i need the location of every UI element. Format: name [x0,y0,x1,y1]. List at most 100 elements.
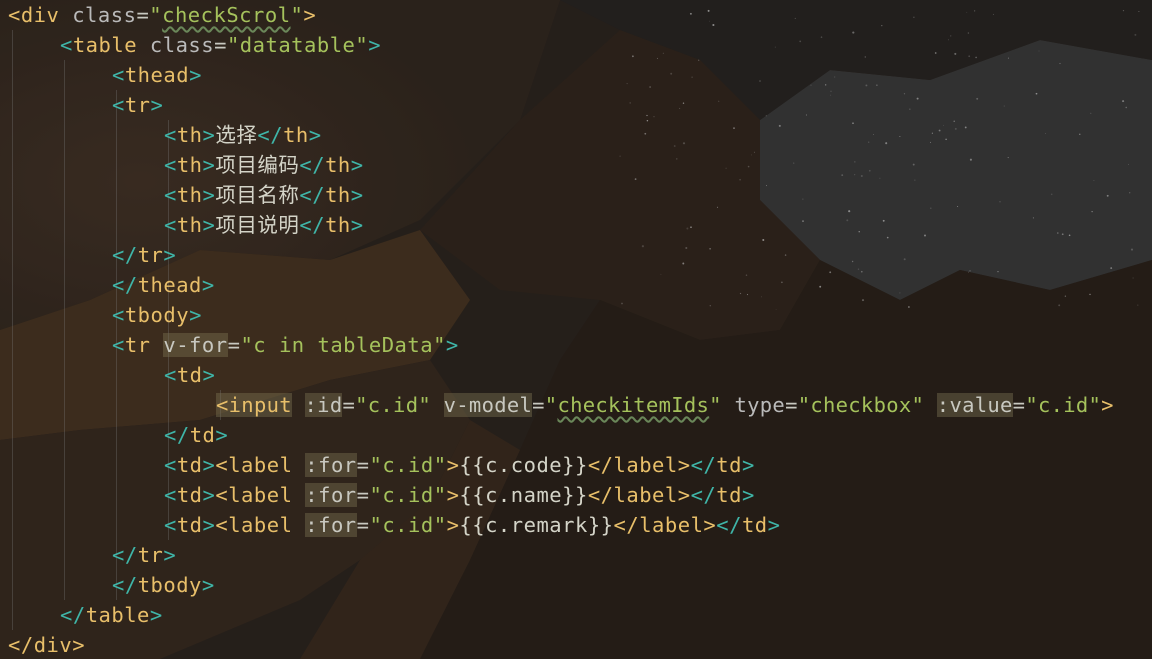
tag-name: label [228,483,293,507]
tag-name: th [325,213,351,237]
tag-bracket: > [201,573,215,597]
tag-bracket: </ [112,243,138,267]
code-line[interactable]: </tr> [112,240,176,270]
tag-bracket: > [741,483,755,507]
tag-bracket: > [202,483,216,507]
tag-bracket: > [741,453,755,477]
tag-name: label [639,513,704,537]
code-line[interactable]: <input :id="c.id" v-model="checkitemIds"… [216,390,1114,420]
attribute-name: class [72,3,137,27]
tag-bracket: > [150,93,164,117]
tag-name: td [176,363,203,387]
tag-bracket: > [1101,393,1114,417]
vue-binding: :for [305,483,357,507]
code-line[interactable]: <td><label :for="c.id">{{c.remark}}</lab… [164,510,780,540]
string-value: "checkbox" [797,393,925,417]
tag-bracket: > [202,363,216,387]
vue-directive: v-model [443,393,533,417]
tag-name: tbody [124,303,190,327]
tag-bracket: > [677,453,691,477]
code-line[interactable]: <tbody> [112,300,202,330]
vue-binding: :for [305,513,357,537]
code-line[interactable]: </thead> [112,270,215,300]
tag-bracket: </ [257,123,284,147]
tag-name: table [85,603,150,627]
equals-sign: = [785,393,798,417]
tag-bracket: > [163,543,177,567]
string-value: "c in tableData" [240,333,446,357]
code-line[interactable]: <td><label :for="c.id">{{c.code}}</label… [164,450,755,480]
code-line[interactable]: </tbody> [112,570,215,600]
code-line[interactable]: <table class="datatable"> [60,30,381,60]
tag-bracket: < [8,3,21,27]
tag-name: td [741,513,768,537]
string-quote: " [544,393,558,417]
tag-bracket: > [446,513,460,537]
code-editor[interactable]: <div class="checkScrol"> <table class="d… [0,0,1152,659]
tag-bracket: < [164,453,177,477]
equals-sign: = [214,33,227,57]
text-content: 项目名称 [215,183,300,207]
equals-sign: = [136,3,150,27]
tag-bracket: < [215,513,229,537]
text-content: 选择 [215,123,258,147]
tag-bracket: > [149,603,163,627]
tag-name: table [72,33,138,57]
tag-bracket: </ [164,423,190,447]
tag-bracket: > [303,3,317,27]
tag-name: th [325,153,351,177]
tag-bracket: </ [716,513,742,537]
code-line[interactable]: <th>项目编码</th> [164,150,364,180]
string-value: "c.id" [355,393,431,417]
code-line[interactable]: <tr v-for="c in tableData"> [112,330,459,360]
equals-sign: = [342,393,356,417]
tag-bracket: < [164,183,177,207]
tag-bracket: </ [112,573,138,597]
code-line[interactable]: <tr> [112,90,163,120]
tag-bracket: > [446,483,460,507]
vue-binding: :for [305,453,357,477]
code-line[interactable]: <thead> [112,60,202,90]
code-line[interactable]: <td> [164,360,215,390]
text-content: 项目编码 [215,153,300,177]
code-line[interactable]: </tr> [112,540,176,570]
tag-name: label [228,453,293,477]
attribute-name: class [149,33,215,57]
equals-sign: = [356,453,370,477]
tag-name: div [20,3,60,27]
tag-bracket: > [350,213,364,237]
vue-directive: v-for [163,333,228,357]
code-line[interactable]: <td><label :for="c.id">{{c.name}}</label… [164,480,755,510]
tag-bracket: < [164,213,177,237]
tag-name: td [176,483,203,507]
code-line[interactable]: </table> [60,600,163,630]
tag-bracket: > [308,123,322,147]
tag-name: thead [137,273,202,297]
tag-bracket: </ [613,513,640,537]
tag-name: label [613,453,678,477]
code-line[interactable]: <th>选择</th> [164,120,322,150]
tag-bracket: > [189,303,202,327]
code-line[interactable]: <th>项目说明</th> [164,210,364,240]
code-line[interactable]: </td> [164,420,228,450]
tag-bracket: > [368,33,382,57]
text-content: 项目说明 [215,213,300,237]
tag-name: input [228,393,292,417]
tag-bracket: </ [299,183,326,207]
code-line[interactable]: <div class="checkScrol"> [8,0,316,30]
code-line[interactable]: </div> [8,630,85,659]
tag-name: td [716,483,742,507]
tag-bracket: > [163,243,177,267]
tag-name: tr [124,333,151,357]
attribute-name: type [734,393,786,417]
string-value: "c.id" [369,483,447,507]
interpolation: {{c.name}} [459,483,588,507]
code-line[interactable]: <th>项目名称</th> [164,180,364,210]
vue-binding: :id [304,393,343,417]
